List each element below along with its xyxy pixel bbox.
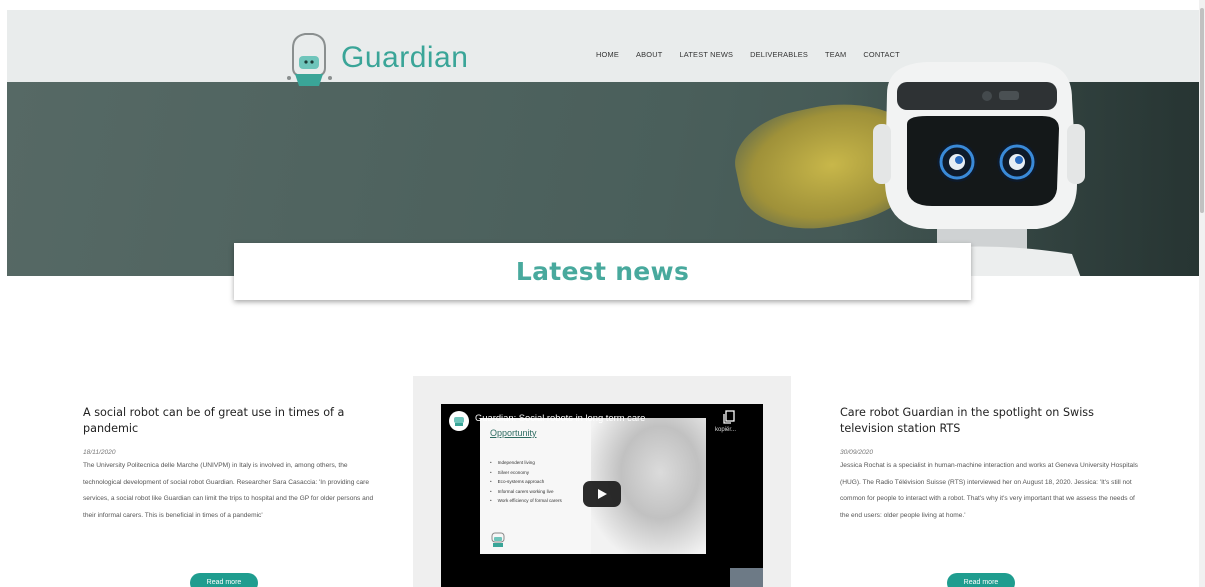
copy-link-label[interactable]: kopiër... [715, 427, 736, 433]
video-title[interactable]: Guardian: Social robots in long term car… [475, 412, 645, 423]
page: Guardian HOME ABOUT LATEST NEWS DELIVERA… [0, 0, 1205, 587]
video-thumbnail-inset [730, 568, 763, 587]
robot-logo-icon [491, 532, 505, 547]
nav-latest-news[interactable]: LATEST NEWS [679, 50, 733, 59]
slide-list: Independent living Silver economy Eco-sy… [490, 458, 562, 506]
read-more-button[interactable]: Read more [190, 573, 258, 587]
slide-list-item: Eco-systems approach [490, 477, 562, 487]
article-title[interactable]: Care robot Guardian in the spotlight on … [840, 405, 1140, 437]
section-title: Latest news [515, 257, 690, 286]
nav-deliverables[interactable]: DELIVERABLES [750, 50, 808, 59]
slide-list-item: Silver economy [490, 468, 562, 478]
article-excerpt: Jessica Rochat is a specialist in human-… [840, 462, 1138, 519]
scrollbar-thumb[interactable] [1200, 8, 1204, 213]
robot-logo-icon [287, 33, 332, 86]
main-nav: HOME ABOUT LATEST NEWS DELIVERABLES TEAM… [596, 50, 917, 59]
article-date: 18/11/2020 [83, 449, 116, 456]
nav-team[interactable]: TEAM [825, 50, 846, 59]
nav-home[interactable]: HOME [596, 50, 619, 59]
play-icon [598, 489, 607, 499]
news-article: Care robot Guardian in the spotlight on … [840, 405, 1140, 524]
slide-list-item: Informal carers working live [490, 487, 562, 497]
article-date: 30/09/2020 [840, 449, 874, 456]
read-more-button[interactable]: Read more [947, 573, 1015, 587]
robot-logo-icon [454, 417, 464, 426]
section-title-card: Latest news [234, 243, 971, 300]
news-article: A social robot can be of great use in ti… [83, 405, 383, 524]
play-button[interactable] [583, 481, 621, 507]
article-title[interactable]: A social robot can be of great use in ti… [83, 405, 383, 437]
scrollbar[interactable] [1199, 0, 1205, 587]
copy-icon[interactable] [723, 410, 735, 424]
site-logo[interactable]: Guardian [285, 28, 468, 88]
slide-list-item: Work efficiency of formal carers [490, 496, 562, 506]
article-excerpt: The University Politecnica delle Marche … [83, 462, 374, 519]
nav-contact[interactable]: CONTACT [863, 50, 900, 59]
slide-title: Opportunity [490, 428, 537, 438]
brand-name: Guardian [341, 41, 469, 74]
channel-avatar[interactable] [449, 411, 469, 431]
video-player[interactable]: Opportunity Independent living Silver ec… [441, 404, 763, 587]
nav-about[interactable]: ABOUT [636, 50, 662, 59]
slide-list-item: Independent living [490, 458, 562, 468]
